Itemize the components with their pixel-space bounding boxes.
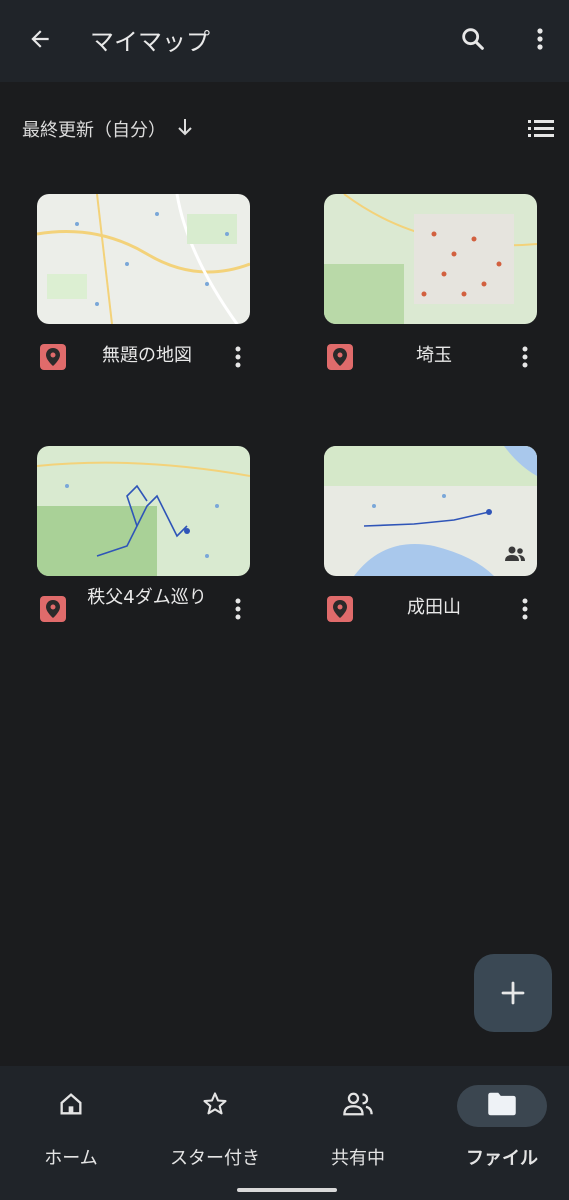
map-card[interactable]: 成田山: [324, 446, 537, 652]
map-thumbnail[interactable]: [37, 446, 250, 576]
more-vert-icon[interactable]: [226, 342, 250, 372]
gesture-bar: [237, 1188, 337, 1192]
map-card[interactable]: 無題の地図: [37, 194, 250, 400]
map-card[interactable]: 秩父4ダム巡り: [37, 446, 250, 652]
folder-icon: [487, 1091, 517, 1121]
list-view-icon[interactable]: [527, 116, 555, 144]
plus-icon: [501, 981, 525, 1005]
nav-label: 共有中: [331, 1148, 385, 1169]
nav-label: ファイル: [466, 1148, 538, 1169]
people-icon: [341, 1090, 375, 1122]
map-title: 無題の地図: [102, 345, 192, 366]
map-thumbnail[interactable]: [324, 446, 537, 576]
more-vert-icon[interactable]: [526, 21, 554, 57]
map-thumbnail[interactable]: [37, 194, 250, 324]
nav-label: ホーム: [44, 1148, 98, 1169]
back-arrow-icon[interactable]: [22, 21, 58, 57]
sort-selector[interactable]: 最終更新（自分）: [22, 116, 194, 142]
nav-label: スター付き: [170, 1148, 260, 1169]
map-pin-icon: [40, 344, 66, 370]
nav-shared[interactable]: 共有中: [288, 1086, 428, 1170]
map-pin-icon: [40, 596, 66, 622]
page-title: マイマップ: [90, 28, 210, 56]
map-title: 秩父4ダム巡り: [87, 587, 207, 608]
sort-label: 最終更新（自分）: [22, 120, 166, 141]
more-vert-icon[interactable]: [226, 594, 250, 624]
home-icon: [57, 1090, 85, 1122]
search-icon[interactable]: [455, 21, 491, 57]
nav-home[interactable]: ホーム: [1, 1086, 141, 1170]
star-icon: [201, 1090, 229, 1122]
map-pin-icon: [327, 344, 353, 370]
map-thumbnail[interactable]: [324, 194, 537, 324]
arrow-down-icon: [176, 117, 194, 142]
bottom-navigation: ホーム スター付き 共有中 ファイル: [0, 1066, 569, 1200]
nav-starred[interactable]: スター付き: [145, 1086, 285, 1170]
map-title: 埼玉: [416, 345, 452, 366]
map-title: 成田山: [407, 597, 461, 618]
shared-people-icon: [503, 544, 527, 564]
more-vert-icon[interactable]: [513, 594, 537, 624]
nav-files[interactable]: ファイル: [432, 1085, 569, 1170]
more-vert-icon[interactable]: [513, 342, 537, 372]
map-card[interactable]: 埼玉: [324, 194, 537, 400]
create-map-button[interactable]: [474, 954, 552, 1032]
top-app-bar: マイマップ: [0, 0, 569, 82]
map-pin-icon: [327, 596, 353, 622]
